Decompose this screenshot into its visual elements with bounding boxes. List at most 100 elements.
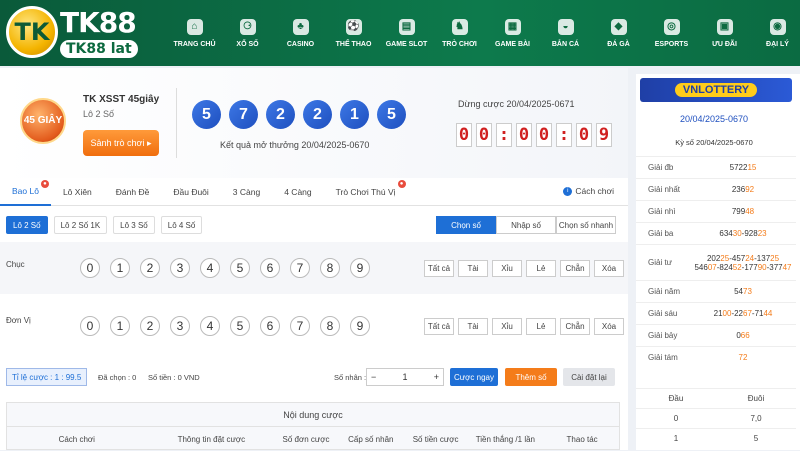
tab-6[interactable]: Trò Chơi Thú Vị ● <box>324 178 408 206</box>
tab-label: 3 Càng <box>232 186 261 197</box>
how-to-play-link[interactable]: i Cách chơi <box>563 186 614 196</box>
prize-name: Giải năm <box>648 287 681 296</box>
digit-button[interactable]: 9 <box>350 258 370 278</box>
nav-item-2[interactable]: ♣ CASINO <box>274 0 327 66</box>
nav-item-0[interactable]: ⌂ TRANG CHỦ <box>168 0 221 66</box>
digit-button[interactable]: 4 <box>200 258 220 278</box>
quick-select-button[interactable]: Xóa <box>594 260 624 277</box>
digit-button[interactable]: 7 <box>290 316 310 336</box>
subtab-1[interactable]: Lô 2 Số 1K <box>53 216 108 234</box>
prize-digits: 07 <box>707 262 717 272</box>
prize-row: Giải nhất 23692 <box>636 178 796 200</box>
quick-select-button[interactable]: Tài <box>458 318 488 335</box>
prize-digits: 799 <box>731 207 746 216</box>
head-tail-row: 15 <box>636 428 796 448</box>
digit-button[interactable]: 2 <box>140 258 160 278</box>
prize-digits: 15 <box>747 163 757 172</box>
reset-button[interactable]: Cài đặt lại <box>563 368 615 386</box>
digit-button[interactable]: 6 <box>260 316 280 336</box>
nav-label: ĐÁ GÀ <box>607 40 630 48</box>
bet-table-title: Nội dung cược <box>7 403 619 427</box>
subtab-2[interactable]: Lô 3 Số <box>113 216 155 234</box>
digit-button[interactable]: 8 <box>320 316 340 336</box>
nav-item-8[interactable]: ◆ ĐÁ GÀ <box>592 0 645 66</box>
digit-button[interactable]: 3 <box>170 316 190 336</box>
plus-icon[interactable]: + <box>434 372 439 382</box>
bet-table-header: Cách chơi Thông tin đặt cược Số đơn cược Cấ… <box>7 427 619 451</box>
digit-button[interactable]: 9 <box>350 316 370 336</box>
nav-item-7[interactable]: ◒ BẮN CÁ <box>539 0 592 66</box>
tab-2[interactable]: Đánh Đề <box>104 178 162 206</box>
digit-button[interactable]: 1 <box>110 316 130 336</box>
nav-item-5[interactable]: ♞ TRÒ CHƠI <box>433 0 486 66</box>
prize-digits: 44 <box>763 309 773 318</box>
prize-line: 63430-92823 <box>690 229 796 238</box>
nav-item-11[interactable]: ◉ ĐẠI LÝ <box>751 0 800 66</box>
tab-0[interactable]: Bao Lô ● <box>0 178 51 206</box>
prize-name: Giải ba <box>648 229 674 238</box>
prize-digits: 54 <box>734 287 743 296</box>
mode-2[interactable]: Chọn số nhanh <box>556 216 616 234</box>
mode-1[interactable]: Nhập số <box>496 216 556 234</box>
bet-now-button[interactable]: Cược ngay <box>450 368 498 386</box>
nav-item-6[interactable]: ▦ GAME BÀI <box>486 0 539 66</box>
bet-type-tabs: Bao Lô ● Lô Xiên Đánh Đề Đầu Đuôi 3 Càng 4 Càn… <box>0 178 628 206</box>
digit-button[interactable]: 3 <box>170 258 190 278</box>
quick-select-button[interactable]: Lẻ <box>526 260 556 277</box>
nav-item-10[interactable]: ▣ ƯU ĐÃI <box>698 0 751 66</box>
brand-logo[interactable]: TK TK88 TK88 lat <box>6 4 146 60</box>
subtab-3[interactable]: Lô 4 Số <box>160 216 203 234</box>
multiplier-value[interactable]: 1 <box>402 372 407 382</box>
quick-select-button[interactable]: Chẵn <box>560 260 590 277</box>
help-label: Cách chơi <box>575 186 614 196</box>
bet-col-header: Cách chơi <box>58 434 95 444</box>
subtab-0[interactable]: Lô 2 Số <box>6 216 48 234</box>
tab-1[interactable]: Lô Xiên <box>51 178 104 206</box>
prize-value: 20225-45724-13725 54607-82452-17790-37747 <box>690 245 796 280</box>
nav-item-9[interactable]: ◎ ESPORTS <box>645 0 698 66</box>
minus-icon[interactable]: − <box>371 372 376 382</box>
quick-select-button[interactable]: Chẵn <box>560 318 590 335</box>
prize-digits: 202 <box>706 253 721 263</box>
nav-item-3[interactable]: ⚽ THỂ THAO <box>327 0 380 66</box>
sidebar-draw-subtitle: Kỳ số 20/04/2025-0670 <box>675 138 753 147</box>
tab-3[interactable]: Đầu Đuôi <box>161 178 220 206</box>
digit-button[interactable]: 8 <box>320 258 340 278</box>
mode-0[interactable]: Chọn số <box>436 216 496 234</box>
quick-select-button[interactable]: Xỉu <box>492 260 522 277</box>
digit-button[interactable]: 6 <box>260 258 280 278</box>
quick-select-button[interactable]: Lẻ <box>526 318 556 335</box>
prize-value: 79948 <box>690 201 796 222</box>
digit-button[interactable]: 0 <box>80 258 100 278</box>
add-number-button[interactable]: Thêm số <box>505 368 557 386</box>
prize-value: 572215 <box>690 157 796 178</box>
prize-value: 23692 <box>690 179 796 200</box>
quick-select-button[interactable]: Tất cả <box>424 318 454 335</box>
prize-row: Giải tám 72 <box>636 346 796 368</box>
nav-item-1[interactable]: ⚆ XỔ SỐ <box>221 0 274 66</box>
multiplier-stepper[interactable]: − 1 + <box>366 368 444 386</box>
game-lobby-button[interactable]: Sảnh trò chơi ▸ <box>83 130 159 156</box>
digit-button[interactable]: 1 <box>110 258 130 278</box>
result-ball: 7 <box>229 100 258 129</box>
quick-select-button[interactable]: Tài <box>458 260 488 277</box>
prize-digits: 25 <box>770 253 780 263</box>
tab-4[interactable]: 3 Càng <box>221 178 272 206</box>
digit-button[interactable]: 0 <box>80 316 100 336</box>
digit-button[interactable]: 4 <box>200 316 220 336</box>
digit-button[interactable]: 5 <box>230 258 250 278</box>
prize-digits: -22 <box>731 309 743 318</box>
digit-button[interactable]: 7 <box>290 258 310 278</box>
sidebar-draw-date[interactable]: 20/04/2025-0670 <box>636 114 792 124</box>
nav-item-4[interactable]: ▤ GAME SLOT <box>380 0 433 66</box>
digit-button[interactable]: 2 <box>140 316 160 336</box>
prize-line: 5473 <box>690 287 796 296</box>
quick-select-button[interactable]: Xỉu <box>492 318 522 335</box>
prize-digits: -137 <box>754 253 771 263</box>
digit-button[interactable]: 5 <box>230 316 250 336</box>
quick-select-button[interactable]: Tất cả <box>424 260 454 277</box>
tab-5[interactable]: 4 Càng <box>272 178 323 206</box>
quick-select-button[interactable]: Xóa <box>594 318 624 335</box>
nav-label: TRÒ CHƠI <box>442 40 477 48</box>
result-label: Kết quả mở thưởng 20/04/2025-0670 <box>220 140 370 150</box>
